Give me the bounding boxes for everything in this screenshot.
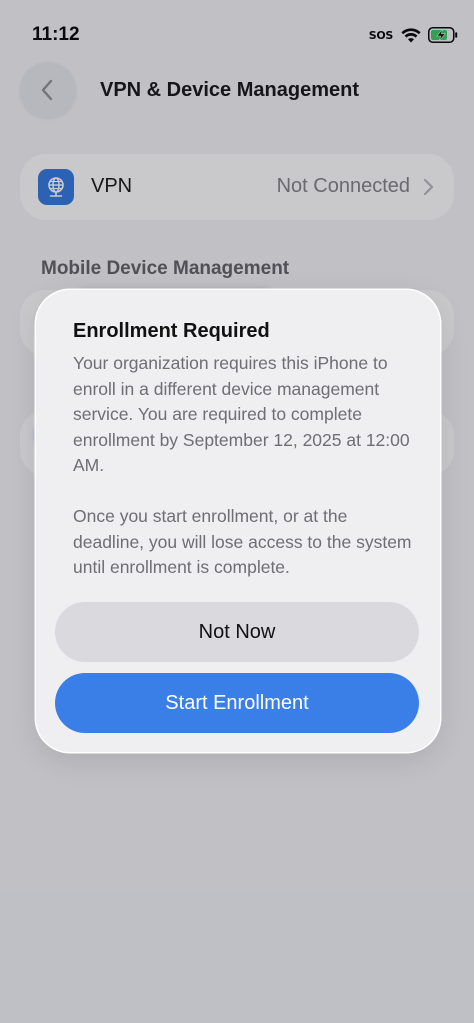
alert-message: Your organization requires this iPhone t… xyxy=(73,351,418,581)
alert-title: Enrollment Required xyxy=(73,320,270,342)
enrollment-alert: Enrollment Required Your organization re… xyxy=(36,290,440,752)
not-now-button[interactable]: Not Now xyxy=(55,602,419,662)
alert-message-deadline: Your organization requires this iPhone t… xyxy=(73,353,410,475)
start-enrollment-button[interactable]: Start Enrollment xyxy=(55,673,419,733)
alert-message-warning: Once you start enrollment, or at the dea… xyxy=(73,506,412,577)
